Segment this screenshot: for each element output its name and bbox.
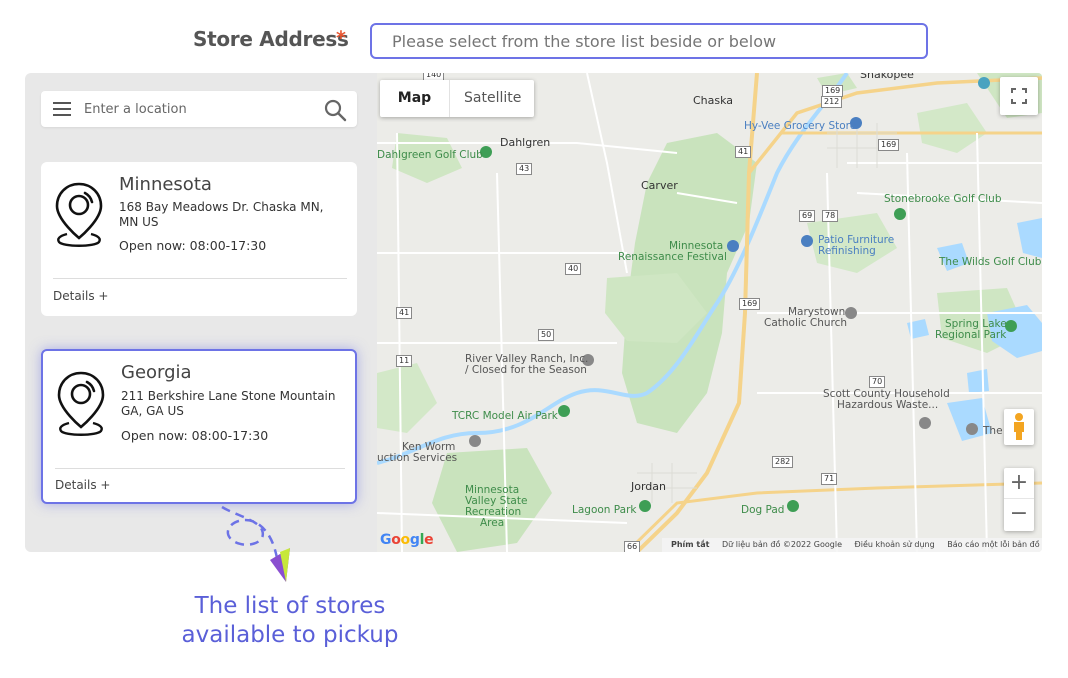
- highway-shield: 41: [396, 307, 413, 319]
- store-card-minnesota[interactable]: Minnesota 168 Bay Meadows Dr. Chaska MN,…: [41, 162, 357, 316]
- details-link[interactable]: Details +: [55, 478, 110, 492]
- store-name: Georgia: [121, 362, 192, 383]
- highway-shield: 11: [396, 355, 413, 367]
- store-name: Minnesota: [119, 174, 212, 195]
- map-label: Dog Pad: [741, 504, 785, 516]
- highway-shield: 78: [822, 210, 839, 222]
- map-label: The: [983, 425, 1003, 437]
- highway-shield: 169: [878, 139, 900, 151]
- page-root: Store Address * Minnesota 168 Bay Meadow…: [0, 0, 1068, 678]
- store-address-label: Store Address: [193, 27, 349, 51]
- highway-shield: 43: [516, 163, 533, 175]
- map-label: Lagoon Park: [572, 504, 637, 516]
- hamburger-menu-icon[interactable]: [53, 102, 71, 116]
- map-label: Refinishing: [818, 245, 876, 257]
- store-map[interactable]: Shakopee Chaska Dahlgren Dahlgreen Golf …: [377, 73, 1042, 552]
- zoom-in-button[interactable]: +: [1004, 468, 1034, 499]
- map-label: Stonebrooke Golf Club: [884, 193, 1002, 205]
- map-footer: Phím tắt Dữ liệu bản đồ ©2022 Google Điề…: [662, 538, 1042, 552]
- map-label: / Closed for the Season: [465, 364, 587, 376]
- store-hours: Open now: 08:00-17:30: [121, 428, 269, 443]
- location-search-input[interactable]: [84, 97, 314, 121]
- map-label: Chaska: [693, 94, 734, 107]
- fullscreen-button[interactable]: [1000, 77, 1038, 115]
- map-label: Hy-Vee Grocery Store: [744, 120, 857, 132]
- street-view-pegman[interactable]: [1004, 409, 1034, 445]
- highway-shield: 50: [538, 329, 555, 341]
- keyboard-shortcuts-link[interactable]: Phím tắt: [671, 540, 709, 549]
- map-label: uction Services: [377, 452, 458, 464]
- zoom-control: + −: [1004, 468, 1034, 531]
- highway-shield: 212: [821, 96, 843, 108]
- map-label: TCRC Model Air Park: [452, 410, 558, 422]
- highway-shield: 69: [799, 210, 816, 222]
- highway-shield: 41: [735, 146, 752, 158]
- divider: [55, 468, 345, 469]
- store-hours: Open now: 08:00-17:30: [119, 238, 267, 253]
- zoom-out-button[interactable]: −: [1004, 499, 1034, 530]
- caption-line-1: The list of stores: [194, 593, 386, 619]
- google-logo: Google: [380, 532, 434, 548]
- details-link[interactable]: Details +: [53, 289, 108, 303]
- fullscreen-icon: [1011, 88, 1027, 104]
- pegman-icon: [1014, 413, 1024, 440]
- map-label: Shakopee: [860, 73, 914, 81]
- map-label: Dahlgreen Golf Club: [377, 149, 483, 161]
- divider: [53, 278, 347, 279]
- store-address: 168 Bay Meadows Dr. Chaska MN, MN US: [119, 200, 324, 229]
- map-type-control: Map Satellite: [380, 80, 534, 117]
- map-type-satellite-button[interactable]: Satellite: [450, 80, 534, 117]
- map-label: Carver: [641, 179, 678, 192]
- highway-shield: 169: [739, 298, 761, 310]
- store-address: 211 Berkshire Lane Stone Mountain GA, GA…: [121, 389, 336, 418]
- map-type-map-button[interactable]: Map: [380, 80, 450, 117]
- map-label: Dahlgren: [500, 136, 551, 149]
- map-label: Regional Park: [935, 329, 1007, 341]
- store-address-input[interactable]: [370, 23, 928, 59]
- store-card-georgia[interactable]: Georgia 211 Berkshire Lane Stone Mountai…: [41, 349, 357, 504]
- map-data-credit: Dữ liệu bản đồ ©2022 Google: [722, 540, 842, 549]
- map-label: Area: [480, 517, 505, 529]
- location-pin-icon: [57, 371, 105, 436]
- highway-shield: 282: [772, 456, 794, 468]
- highway-shield: 66: [624, 541, 641, 552]
- terms-link[interactable]: Điều khoản sử dụng: [855, 540, 935, 549]
- highway-shield: 40: [565, 263, 582, 275]
- map-label: Jordan: [631, 480, 666, 493]
- map-background: [377, 73, 1042, 552]
- search-icon[interactable]: [323, 98, 347, 122]
- highway-shield: 70: [869, 376, 886, 388]
- location-pin-icon: [55, 182, 103, 247]
- caption-line-2: available to pickup: [181, 622, 399, 648]
- map-label: Renaissance Festival: [618, 251, 727, 263]
- map-label: Catholic Church: [764, 317, 848, 329]
- report-error-link[interactable]: Báo cáo một lỗi bản đồ: [947, 540, 1039, 549]
- highway-shield: 71: [821, 473, 838, 485]
- annotation-caption: The list of stores available to pickup: [160, 592, 420, 650]
- map-label: Hazardous Waste...: [837, 399, 939, 411]
- required-mark: *: [336, 27, 346, 49]
- map-label: The Wilds Golf Club: [939, 256, 1042, 268]
- location-search: [41, 91, 357, 127]
